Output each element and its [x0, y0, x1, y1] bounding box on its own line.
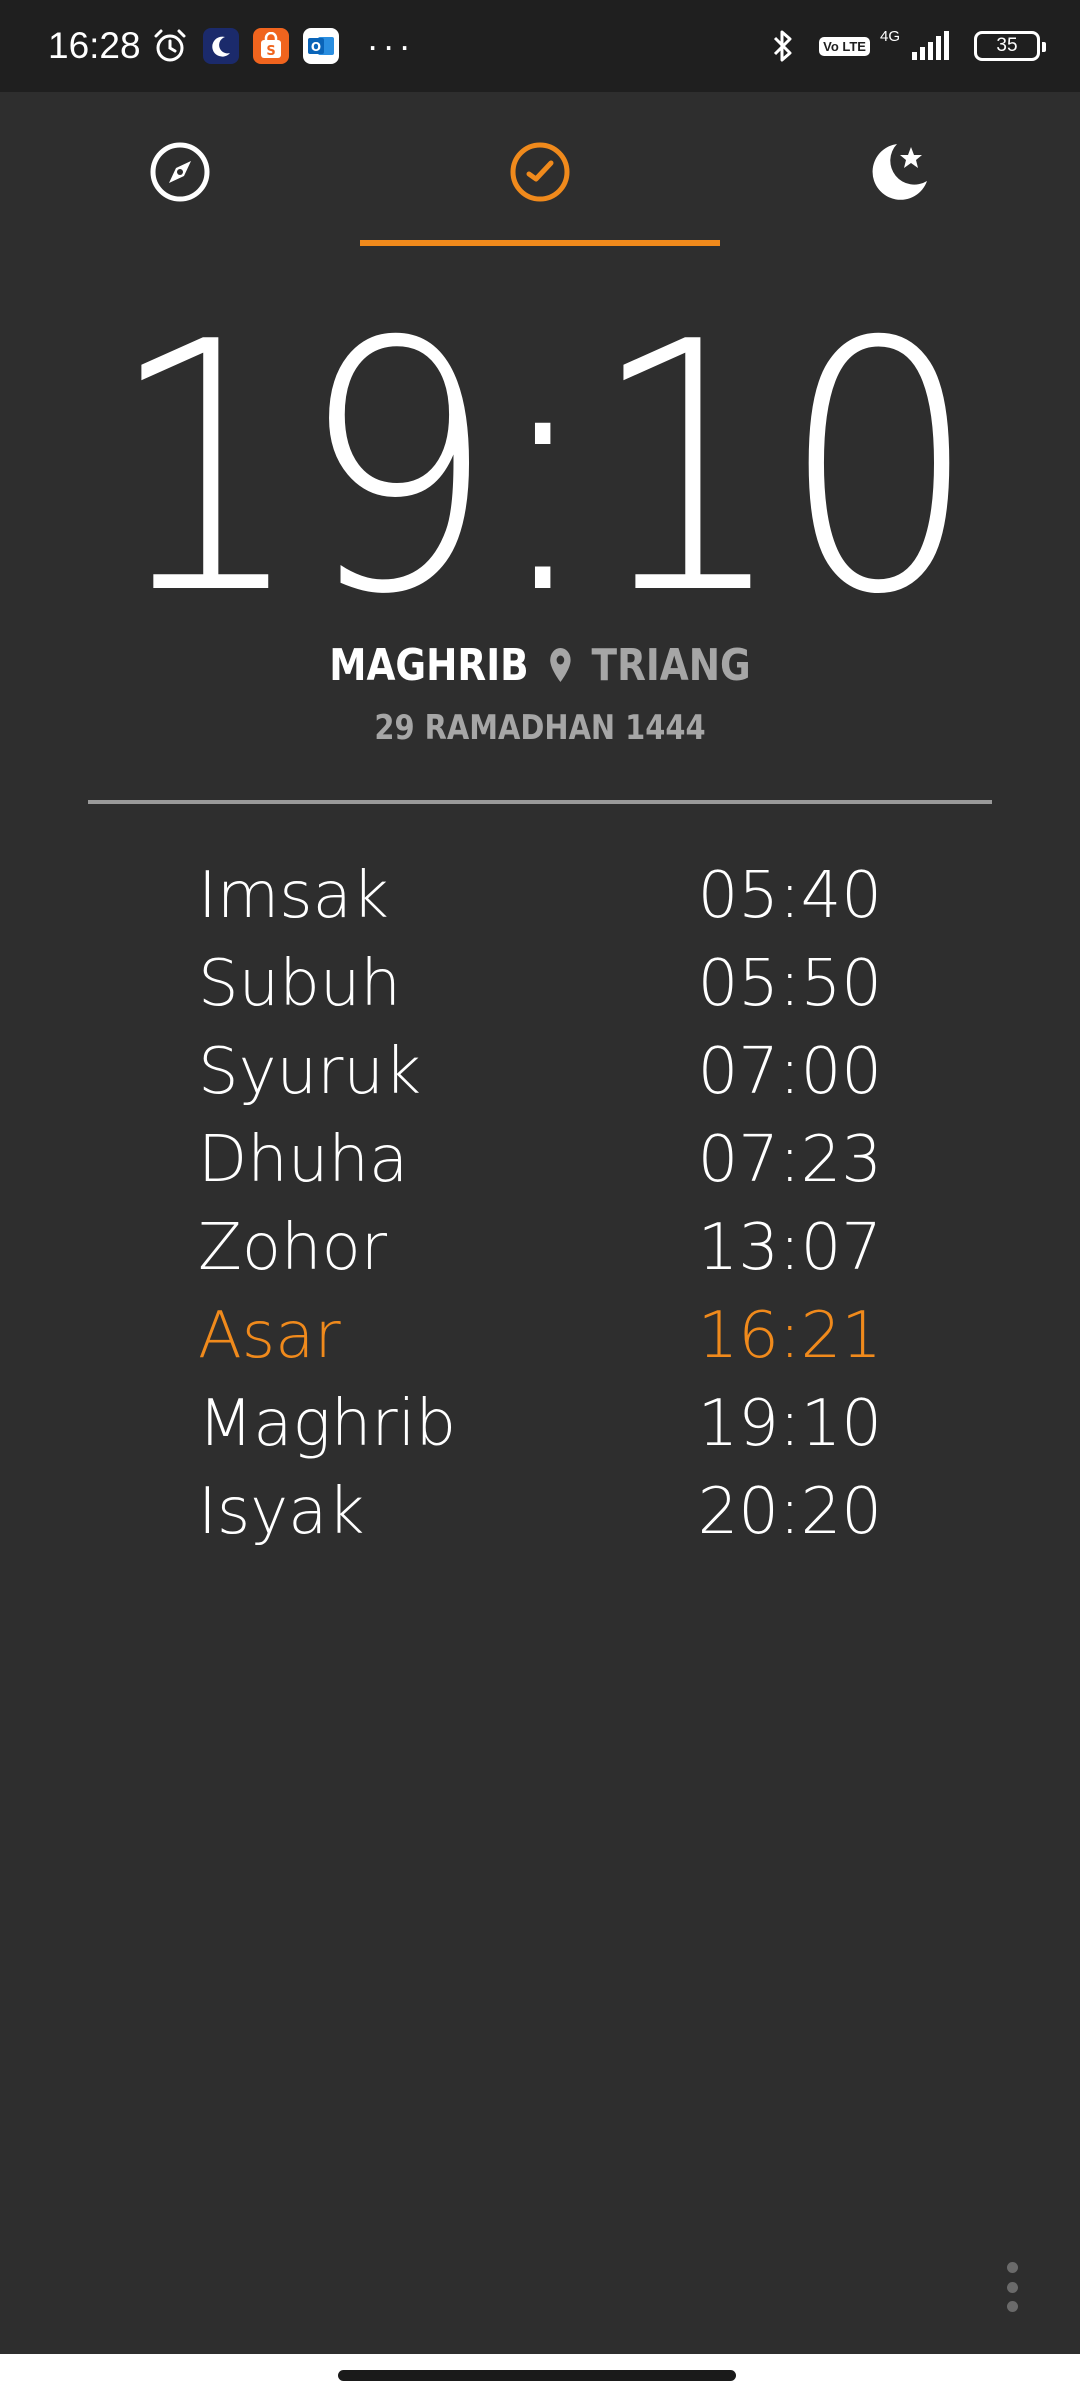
overflow-menu-icon[interactable]	[1000, 2262, 1024, 2312]
prayer-row-syuruk: Syuruk 07:00	[198, 1028, 882, 1116]
divider	[88, 800, 992, 804]
prayer-name: Isyak	[198, 1475, 365, 1549]
status-time: 16:28	[48, 25, 141, 66]
crescent-star-icon	[872, 144, 927, 200]
overflow-dot	[1006, 2281, 1018, 2293]
active-tab-indicator	[360, 240, 720, 246]
overflow-dot	[1006, 2262, 1018, 2273]
tab-hijri-calendar[interactable]	[780, 92, 1020, 252]
prayer-row-maghrib: Maghrib 19:10	[198, 1380, 882, 1468]
prayer-time: 05:40	[697, 859, 882, 933]
prayer-row-subuh: Subuh 05:50	[198, 940, 882, 1028]
signal-icon	[910, 30, 950, 62]
alarm-icon	[151, 27, 189, 65]
prayer-times-list: Imsak 05:40 Subuh 05:50 Syuruk 07:00 Dhu…	[198, 852, 882, 1556]
tab-prayer-times[interactable]	[360, 92, 720, 252]
location-pin-icon	[549, 647, 571, 682]
system-navigation-bar	[0, 2354, 1080, 2400]
bluetooth-icon	[771, 28, 795, 64]
current-prayer-time: 19:10	[107, 270, 978, 670]
prayer-time: 07:00	[697, 1035, 882, 1109]
prayer-name: Zohor	[198, 1211, 388, 1285]
prayer-name: Maghrib	[198, 1387, 457, 1461]
prayer-row-zohor: Zohor 13:07	[198, 1204, 882, 1292]
prayer-name: Asar	[198, 1299, 341, 1373]
prayer-time: 20:20	[697, 1475, 882, 1549]
clock-icon	[510, 142, 570, 202]
more-notifications-icon: ···	[366, 25, 415, 66]
prayer-time: 13:07	[697, 1211, 882, 1285]
prayer-name: Dhuha	[198, 1123, 409, 1197]
prayer-time: 05:50	[697, 947, 882, 1021]
app-icon-shopee: S	[252, 28, 289, 64]
prayer-row-imsak: Imsak 05:40	[198, 852, 882, 940]
volte-icon: Vo LTE	[819, 36, 870, 56]
hijri-date: 29 RAMADHAN 1444	[374, 708, 706, 748]
prayer-time: 19:10	[697, 1387, 882, 1461]
home-gesture-handle[interactable]	[338, 2370, 736, 2381]
prayer-time: 07:23	[697, 1123, 882, 1197]
prayer-row-isyak: Isyak 20:20	[198, 1468, 882, 1556]
svg-text:S: S	[266, 44, 275, 59]
prayer-name: Syuruk	[198, 1035, 421, 1109]
app-icon-crescent	[202, 28, 239, 64]
tab-bar	[0, 92, 1080, 252]
prayer-name: Subuh	[198, 947, 401, 1021]
battery-level: 35	[996, 35, 1018, 56]
prayer-row-asar: Asar 16:21	[198, 1292, 882, 1380]
prayer-info: MAGHRIB TRIANG	[81, 640, 999, 691]
location-name[interactable]: TRIANG	[592, 640, 751, 691]
4g-icon: 4G	[879, 27, 900, 45]
svg-text:O: O	[310, 40, 320, 54]
overflow-dot	[1006, 2301, 1018, 2312]
app-icon-outlook: O	[302, 28, 339, 64]
prayer-row-dhuha: Dhuha 07:23	[198, 1116, 882, 1204]
tab-qibla[interactable]	[60, 92, 300, 252]
current-prayer-name: MAGHRIB	[329, 640, 529, 691]
battery-icon: 35	[974, 31, 1046, 61]
prayer-name: Imsak	[198, 859, 389, 933]
prayer-time: 16:21	[697, 1299, 882, 1373]
compass-icon	[150, 142, 210, 202]
status-bar: 16:28 S O ··· Vo LTE 4G 35	[0, 0, 1080, 92]
